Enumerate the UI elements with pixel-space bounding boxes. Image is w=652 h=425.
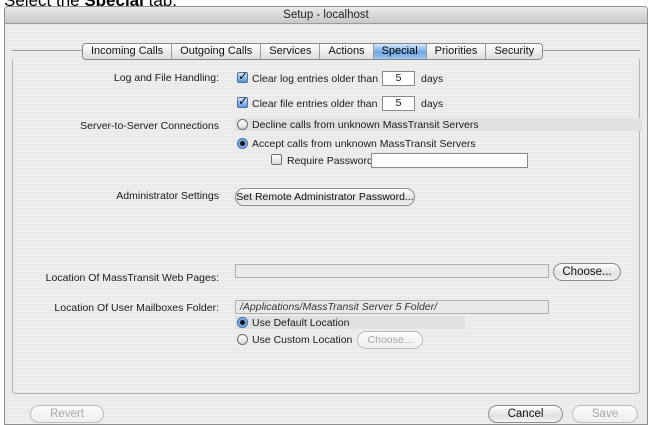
clear-file-days-input[interactable]: 5 [382,96,415,111]
clear-file-unit: days [421,98,444,110]
tab-services[interactable]: Services [261,44,321,59]
tab-outgoing-calls[interactable]: Outgoing Calls [172,44,262,59]
web-pages-path-field[interactable] [235,264,549,278]
clear-log-unit: days [421,73,444,85]
tab-special[interactable]: Special [373,44,427,59]
web-pages-label: Location Of MassTransit Web Pages: [45,272,219,284]
clear-log-days-input[interactable]: 5 [382,71,415,86]
admin-settings-label: Administrator Settings [116,190,219,202]
web-pages-choose-button[interactable]: Choose... [553,263,621,281]
require-password-input[interactable] [371,153,528,168]
clear-file-label: Clear file entries older than [252,98,378,110]
log-handling-label: Log and File Handling: [113,72,219,84]
mailboxes-path-field: /Applications/MassTransit Server 5 Folde… [235,300,549,314]
tab-bar: Incoming Calls Outgoing Calls Services A… [82,43,544,60]
revert-button[interactable]: Revert [30,405,104,423]
custom-location-radio[interactable] [237,334,248,345]
default-location-label: Use Default Location [252,317,350,329]
require-password-checkbox[interactable] [271,154,282,165]
clear-file-checkbox[interactable] [237,94,248,108]
mailboxes-label: Location Of User Mailboxes Folder: [54,302,219,314]
accept-calls-radio[interactable] [237,138,248,149]
server-connections-label: Server-to-Server Connections [80,120,219,132]
decline-calls-label: Decline calls from unknown MassTransit S… [252,119,479,131]
custom-location-label: Use Custom Location [252,334,353,346]
require-password-label: Require Password: [287,155,376,167]
decline-calls-radio[interactable] [237,119,248,130]
save-button[interactable]: Save [572,405,638,423]
tab-incoming-calls[interactable]: Incoming Calls [83,44,173,59]
tab-actions[interactable]: Actions [320,44,374,59]
default-location-radio[interactable] [237,317,248,328]
accept-calls-label: Accept calls from unknown MassTransit Se… [252,138,476,150]
tab-security[interactable]: Security [486,44,542,59]
set-admin-password-button[interactable]: Set Remote Administrator Password... [235,188,415,206]
setup-window: Setup - localhost Incoming Calls Outgoin… [4,6,648,425]
clear-log-label: Clear log entries older than [252,73,379,85]
custom-location-choose-button[interactable]: Choose... [357,331,423,349]
window-title: Setup - localhost [5,7,647,24]
clear-log-checkbox[interactable] [237,69,248,83]
cancel-button[interactable]: Cancel [488,405,563,423]
tab-priorities[interactable]: Priorities [427,44,487,59]
